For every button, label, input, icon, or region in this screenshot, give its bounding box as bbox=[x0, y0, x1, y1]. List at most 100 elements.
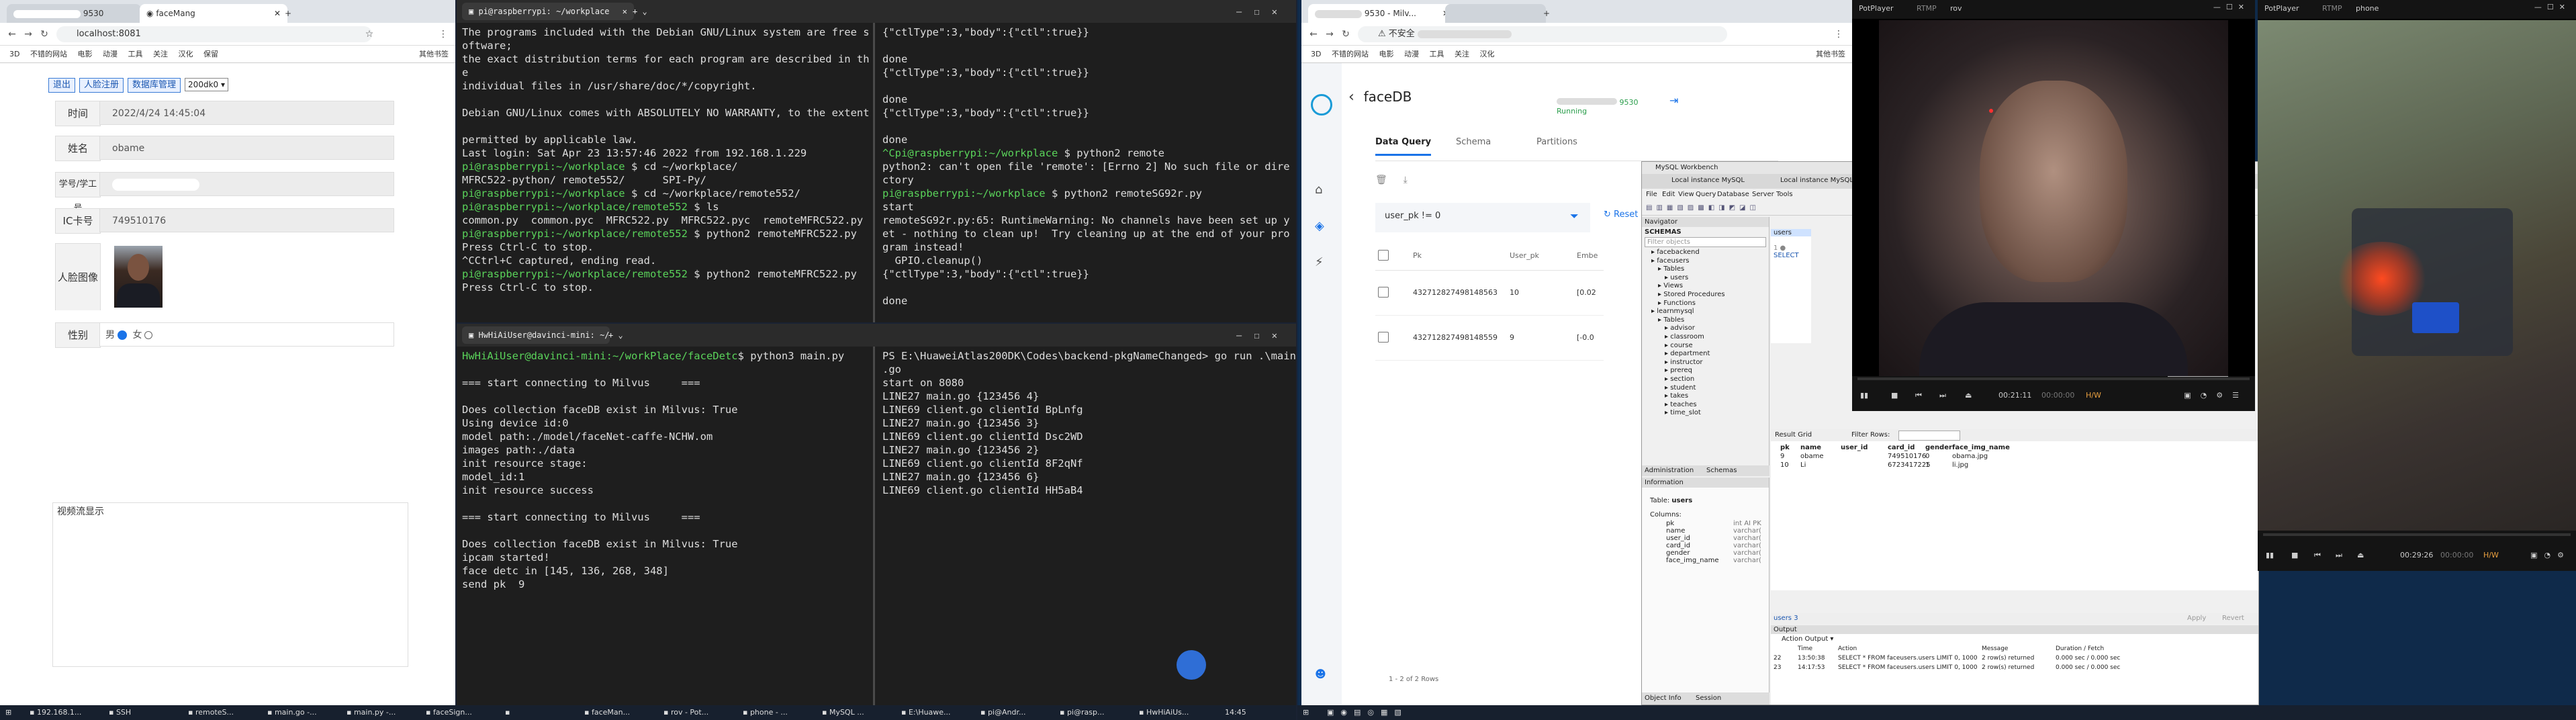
terminal-pane-right[interactable]: {"ctlType":3,"body":{"ctl":true}} done {"… bbox=[877, 23, 1296, 322]
tree-node[interactable]: ▸ Tables bbox=[1645, 316, 1766, 325]
start-icon[interactable]: ⊞ bbox=[1300, 707, 1312, 719]
new-tab-button[interactable]: + bbox=[278, 4, 312, 23]
start-icon[interactable]: ⊞ bbox=[3, 707, 14, 719]
taskbar-apps[interactable]: ▣◉▤◎▦▧ bbox=[1324, 707, 1411, 719]
menu-icon[interactable]: ⋮ bbox=[1832, 28, 1845, 41]
tab-milvus[interactable]: 9530 - Milv... ✕ bbox=[1308, 4, 1456, 23]
menu-item[interactable]: Server bbox=[1752, 191, 1774, 198]
seek-bar[interactable] bbox=[2263, 533, 2571, 536]
taskbar-item[interactable]: ▪ MySQL ... bbox=[819, 707, 899, 719]
export-icon[interactable]: ⤓ bbox=[1404, 175, 1408, 185]
menu-item[interactable]: Tools bbox=[1776, 191, 1793, 198]
back-chevron-icon[interactable]: ‹ bbox=[1348, 89, 1354, 105]
bookmark[interactable]: 不错的网站 bbox=[1332, 46, 1369, 62]
revert-button[interactable]: Revert bbox=[2222, 615, 2244, 622]
bookmark[interactable]: 汉化 bbox=[178, 46, 193, 62]
bookmark[interactable]: 3D bbox=[9, 46, 19, 62]
col-header[interactable]: Embe bbox=[1577, 251, 1598, 260]
menu-item[interactable]: Edit bbox=[1662, 191, 1675, 198]
terminal-tab[interactable]: ▣ HwHiAiUser@davinci-mini: ~/ ✕ bbox=[462, 326, 610, 344]
taskbar-item[interactable]: ▪ rov - Pot... bbox=[661, 707, 740, 719]
row-checkbox[interactable] bbox=[1378, 287, 1389, 298]
reload-icon[interactable]: ↻ bbox=[1339, 28, 1352, 41]
bookmark[interactable]: 动漫 bbox=[1404, 46, 1419, 62]
floating-bubble-icon[interactable] bbox=[1177, 650, 1206, 680]
maximize-icon[interactable]: ☐ bbox=[1254, 330, 1271, 341]
bookmark[interactable]: 电影 bbox=[77, 46, 92, 62]
bookmark[interactable]: 电影 bbox=[1379, 46, 1393, 62]
select-all-checkbox[interactable] bbox=[1378, 250, 1389, 261]
table-row[interactable]: 432712827498148559 9 [-0.0 bbox=[1375, 316, 1604, 361]
reload-icon[interactable]: ↻ bbox=[38, 28, 51, 41]
apply-button[interactable]: Apply bbox=[2187, 615, 2206, 622]
taskbar-item[interactable]: ▪ main.py -... bbox=[344, 707, 423, 719]
bookmark[interactable]: 不错的网站 bbox=[30, 46, 67, 62]
row-checkbox[interactable] bbox=[1378, 332, 1389, 343]
terminal-pane-right[interactable]: PS E:\HuaweiAtlas200DK\Codes\backend-pkg… bbox=[877, 347, 1296, 707]
tree-node[interactable]: ▸ student bbox=[1645, 384, 1766, 393]
minimize-icon[interactable]: — bbox=[1236, 7, 1254, 17]
ic-field[interactable]: 749510176 bbox=[99, 208, 394, 232]
tree-node[interactable]: ▸ department bbox=[1645, 350, 1766, 359]
bookmark[interactable]: 工具 bbox=[1429, 46, 1444, 62]
home-icon[interactable]: ⌂ bbox=[1315, 183, 1322, 197]
collection-icon[interactable]: ◈ bbox=[1315, 219, 1324, 233]
face-register-button[interactable]: 人脸注册 bbox=[79, 78, 124, 93]
eject-icon[interactable]: ⏏ bbox=[2357, 551, 2364, 559]
player-tool-icons[interactable]: ▣◔⚙ bbox=[2530, 551, 2571, 559]
tree-node[interactable]: ▸ facebackend bbox=[1645, 249, 1766, 257]
reset-button[interactable]: ↻ Reset bbox=[1604, 210, 1638, 220]
taskbar-item[interactable]: ▪ pi@rasp... bbox=[1057, 707, 1136, 719]
prev-icon[interactable]: ⏮ bbox=[2314, 551, 2321, 560]
tab-administration[interactable]: Administration bbox=[1645, 467, 1694, 474]
action-output-select[interactable]: Action Output ▾ bbox=[1771, 634, 2258, 644]
tree-node[interactable]: ▸ Stored Procedures bbox=[1645, 291, 1766, 300]
table-row[interactable]: 432712827498148563 10 [0.02 bbox=[1375, 271, 1604, 316]
tree-node[interactable]: ▸ users bbox=[1645, 274, 1766, 283]
taskbar-item[interactable]: ▪ E:\Huawe... bbox=[899, 707, 978, 719]
terminal-pane-left[interactable]: HwHiAiUser@davinci-mini:~/workPlace/face… bbox=[457, 347, 884, 707]
bookmark[interactable]: 工具 bbox=[128, 46, 142, 62]
seek-bar[interactable] bbox=[1857, 377, 2250, 380]
tree-node[interactable]: ▸ takes bbox=[1645, 392, 1766, 401]
col-header[interactable]: Pk bbox=[1413, 251, 1422, 260]
grid-row[interactable]: 10 Li 6723417225 1 li.jpg bbox=[1780, 461, 2258, 470]
delete-icon[interactable]: 🗑 bbox=[1375, 175, 1387, 185]
next-icon[interactable]: ⏭ bbox=[2336, 551, 2342, 560]
tree-node[interactable]: ▸ section bbox=[1645, 375, 1766, 384]
tree-node[interactable]: ▸ time_slot bbox=[1645, 409, 1766, 418]
users-icon[interactable]: ☻ bbox=[1315, 668, 1326, 680]
taskbar-item[interactable]: ▪ faceSign... bbox=[423, 707, 502, 719]
tree-node[interactable]: ▸ classroom bbox=[1645, 333, 1766, 342]
tab-partitions[interactable]: Partitions bbox=[1536, 137, 1577, 147]
menu-item[interactable]: View bbox=[1678, 191, 1694, 198]
extensions-icon[interactable]: ☆ bbox=[363, 28, 376, 41]
bookmark[interactable]: 保留 bbox=[203, 46, 218, 62]
filter-rows-input[interactable] bbox=[1898, 431, 1960, 441]
tab-object-info[interactable]: Object Info bbox=[1645, 694, 1682, 702]
device-select[interactable]: 200dk0 ▾ bbox=[185, 78, 228, 91]
menu-icon[interactable]: ⋮ bbox=[436, 28, 450, 41]
logout-button[interactable]: 退出 bbox=[48, 78, 76, 93]
bookmark[interactable]: 其他书签 bbox=[1816, 46, 1845, 62]
radio-female[interactable] bbox=[144, 331, 153, 339]
tab-milvus[interactable]: 9530 bbox=[7, 4, 141, 23]
bookmark[interactable]: 关注 bbox=[153, 46, 168, 62]
tree-node[interactable]: ▸ Views bbox=[1645, 282, 1766, 291]
tab-schemas[interactable]: Schemas bbox=[1706, 467, 1737, 474]
tab-facemang[interactable]: ◉ faceMang ✕ bbox=[140, 4, 287, 23]
new-tab-button[interactable]: + ⌄ bbox=[626, 3, 654, 20]
forward-icon[interactable]: → bbox=[1323, 28, 1336, 41]
close-icon[interactable]: ✕ bbox=[1272, 7, 1289, 17]
tree-node[interactable]: ▸ instructor bbox=[1645, 359, 1766, 367]
tree-node[interactable]: ▸ Functions bbox=[1645, 300, 1766, 308]
student-id-field[interactable] bbox=[99, 172, 394, 196]
minimize-icon[interactable]: — bbox=[1236, 330, 1254, 341]
window-controls[interactable]: —☐✕ bbox=[2213, 3, 2250, 11]
player-tool-icons[interactable]: ▣◔⚙☰ bbox=[2184, 391, 2248, 400]
tab-data-query[interactable]: Data Query bbox=[1375, 137, 1432, 156]
tab-session[interactable]: Session bbox=[1696, 694, 1721, 702]
bookmark[interactable]: 其他书签 bbox=[419, 46, 449, 62]
filter-icon[interactable]: ⏷ bbox=[1570, 210, 1579, 223]
system-icon[interactable]: ⚡ bbox=[1315, 255, 1324, 269]
